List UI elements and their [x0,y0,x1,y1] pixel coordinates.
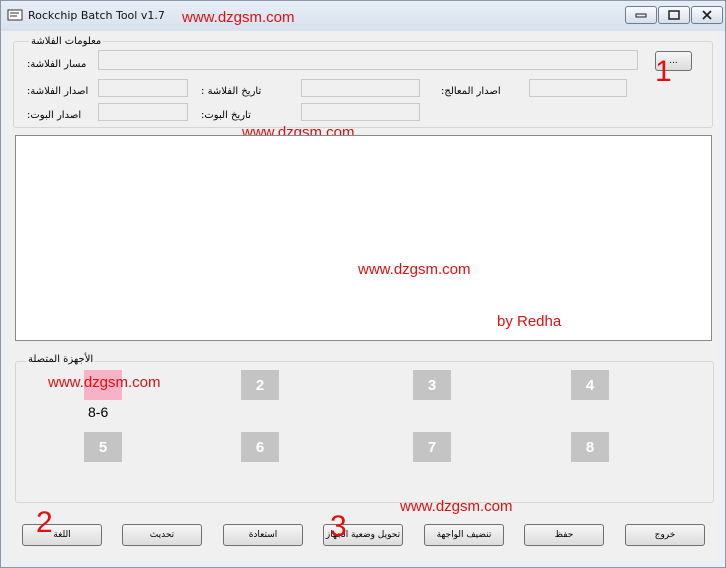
watermark: www.dzgsm.com [358,261,471,278]
device-slot-1-caption: 8-6 [88,404,109,420]
log-output[interactable]: www.dzgsm.com by Redha [15,135,712,341]
firmware-version-label: :اصدار الفلاشة [27,86,89,97]
chip-version-field [529,79,627,97]
device-slot-8[interactable]: 8 [571,432,609,462]
app-icon [7,9,23,21]
close-icon [702,10,712,20]
annotation-2: 2 [36,506,53,539]
close-button[interactable] [691,6,723,24]
firmware-date-label: : تاريخ الفلاشة [201,86,262,97]
firmware-path-field[interactable] [98,50,638,70]
firmware-info-legend: معلومات الفلاشة [29,36,104,47]
boot-date-field [301,103,420,121]
boot-version-label: :اصدار البوت [27,110,82,121]
firmware-path-label: :مسار الفلاشة [27,59,87,70]
app-window: Rockchip Batch Tool v1.7 www.dzgsm.com م… [0,0,726,568]
connected-devices-legend: الأجهزة المتصلة [26,354,96,365]
device-slot-6[interactable]: 6 [241,432,279,462]
watermark: www.dzgsm.com [182,9,295,26]
exit-button[interactable]: خروج [625,524,705,546]
annotation-1: 1 [655,55,672,88]
save-button[interactable]: حفظ [524,524,604,546]
firmware-date-field [301,79,420,97]
device-slot-7[interactable]: 7 [413,432,451,462]
device-slot-2[interactable]: 2 [241,370,279,400]
clean-interface-button[interactable]: تنضيف الواجهة [424,524,504,546]
boot-date-label: :تاريخ البوت [201,110,251,121]
window-title: Rockchip Batch Tool v1.7 [28,9,165,22]
title-bar[interactable]: Rockchip Batch Tool v1.7 www.dzgsm.com [1,1,725,31]
device-slot-3[interactable]: 3 [413,370,451,400]
update-button[interactable]: تحديث [122,524,202,546]
device-slot-5[interactable]: 5 [84,432,122,462]
language-button[interactable]: اللغة [22,524,102,546]
annotation-3: 3 [330,510,347,543]
main-panel: معلومات الفلاشة :مسار الفلاشة ... :اصدار… [8,31,718,561]
author-credit: by Redha [497,313,562,330]
restore-button[interactable]: استعادة [223,524,303,546]
minimize-icon [635,13,647,18]
firmware-version-field [98,79,188,97]
chip-version-label: :اصدار المعالج [441,86,501,97]
maximize-button[interactable] [658,6,690,24]
device-slot-4[interactable]: 4 [571,370,609,400]
watermark: www.dzgsm.com [48,374,161,391]
boot-version-field [98,103,188,121]
watermark: www.dzgsm.com [400,498,513,515]
minimize-button[interactable] [625,6,657,24]
maximize-icon [668,10,680,20]
